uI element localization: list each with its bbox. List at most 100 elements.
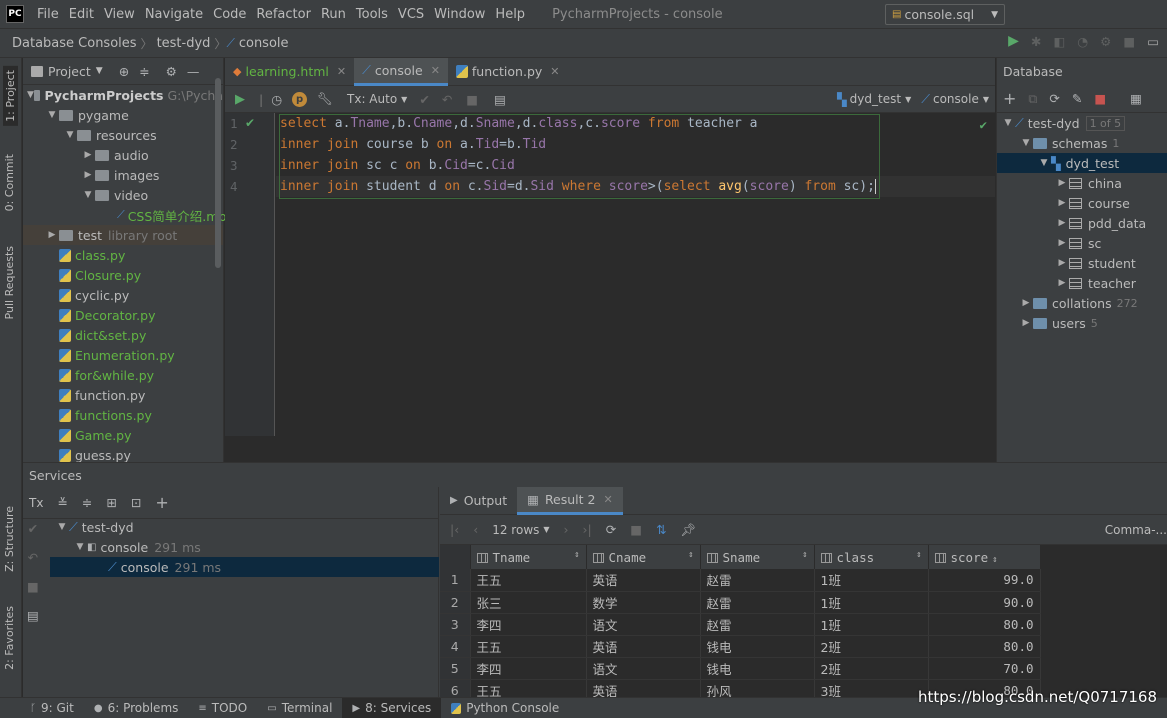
tab-console[interactable]: ⟋ console ✕ (354, 57, 448, 86)
add-icon[interactable]: + (1003, 89, 1016, 108)
table-cell[interactable]: 赵雷 (700, 591, 815, 614)
sort-icon[interactable]: ⇕ (688, 550, 693, 560)
rollback-icon[interactable]: ↶ (442, 92, 452, 107)
tree-item-folder[interactable]: ▶ test library root (23, 225, 223, 245)
column-header-class[interactable]: class ⇕ (814, 545, 929, 569)
tree-item-folder[interactable]: ▼ video (23, 185, 223, 205)
tool-tab-commit[interactable]: 0: Commit (3, 154, 16, 211)
pin-icon[interactable]: 📌︎ (681, 522, 697, 538)
chevron-right-icon[interactable]: ▶ (1055, 178, 1069, 188)
table-cell[interactable]: 钱电 (700, 635, 815, 658)
chevron-down-icon[interactable]: ▼ (45, 110, 59, 120)
db-table-item[interactable]: ▶ pdd_data (997, 213, 1167, 233)
prev-page-icon[interactable]: ‹ (473, 522, 478, 537)
export-format-select[interactable]: Comma-... (1105, 523, 1167, 537)
refresh-icon[interactable]: ⟳ (1049, 91, 1059, 106)
run-config-select[interactable]: ▤ console.sql ▼ (885, 4, 1005, 25)
tree-item-py[interactable]: for&while.py (23, 365, 223, 385)
stop-icon[interactable]: ■ (27, 579, 39, 594)
db-table-item[interactable]: ▶ student (997, 253, 1167, 273)
tree-item-py[interactable]: Closure.py (23, 265, 223, 285)
collapse-all-icon[interactable]: ≑ (82, 495, 92, 510)
tree-item-folder[interactable]: ▶ audio (23, 145, 223, 165)
service-console-session[interactable]: ▼ ◧ console 291 ms (51, 537, 439, 557)
table-cell[interactable]: 70.0 (928, 657, 1041, 680)
status-tab-todo[interactable]: ≡ TODO (188, 698, 257, 718)
chevron-right-icon[interactable]: ▶ (1055, 218, 1069, 228)
tree-root[interactable]: ▼ PycharmProjects G:\Pycha (23, 85, 223, 105)
result-grid[interactable]: Tname ⇕ Cname ⇕ Sname ⇕ class ⇕ score ⇕ 1 王五 英语… (440, 545, 1041, 702)
tree-item-py[interactable]: function.py (23, 385, 223, 405)
add-service-icon[interactable]: + (155, 493, 168, 512)
chevron-down-icon[interactable]: ▼ (983, 95, 989, 104)
table-cell[interactable]: 90.0 (928, 591, 1041, 614)
menu-file[interactable]: File (32, 7, 64, 22)
table-cell[interactable]: 1班 (814, 613, 929, 636)
table-cell[interactable]: 张三 (470, 591, 587, 614)
next-page-icon[interactable]: › (564, 522, 569, 537)
status-tab-python-console[interactable]: Python Console (441, 698, 569, 718)
tree-item-folder[interactable]: ▶ images (23, 165, 223, 185)
results-table-icon[interactable]: ▤ (494, 92, 506, 107)
table-row[interactable]: 3 李四 语文 赵雷 1班 80.0 (440, 613, 1041, 636)
last-page-icon[interactable]: ›| (583, 522, 592, 537)
table-row[interactable]: 5 李四 语文 钱电 2班 70.0 (440, 657, 1041, 680)
table-cell[interactable]: 赵雷 (700, 569, 815, 592)
chevron-right-icon[interactable]: ▶ (81, 150, 95, 160)
menu-window[interactable]: Window (429, 7, 490, 22)
breadcrumb-console[interactable]: console (235, 36, 293, 51)
table-cell[interactable]: 钱电 (700, 657, 815, 680)
sort-icon[interactable]: ⇕ (802, 550, 807, 560)
schema-select[interactable]: dyd_test (850, 92, 901, 106)
tool-tab-structure[interactable]: Z: Structure (3, 506, 16, 572)
db-table-item[interactable]: ▶ course (997, 193, 1167, 213)
gear-icon[interactable]: ⚙ (166, 64, 177, 79)
table-row[interactable]: 2 张三 数学 赵雷 1班 90.0 (440, 591, 1041, 614)
tree-item-py[interactable]: Decorator.py (23, 305, 223, 325)
chevron-right-icon[interactable]: ▶ (1055, 258, 1069, 268)
tree-item-py[interactable]: class.py (23, 245, 223, 265)
table-cell[interactable]: 80.0 (928, 613, 1041, 636)
stop-icon[interactable]: ■ (630, 522, 642, 537)
table-cell[interactable]: 语文 (586, 613, 701, 636)
stop-icon[interactable]: ■ (1094, 91, 1106, 106)
profile-icon[interactable]: ◔ (1077, 34, 1088, 49)
new-tab-icon[interactable]: ⊡ (131, 495, 141, 510)
refresh-icon[interactable]: ⟳ (606, 522, 616, 537)
tx-mode-select[interactable]: Tx: Auto (347, 92, 397, 106)
datasource-badge[interactable]: 1 of 5 (1085, 115, 1126, 131)
properties-icon[interactable]: ✎ (1072, 91, 1082, 106)
close-icon[interactable]: ✕ (550, 65, 559, 78)
close-icon[interactable]: ✕ (604, 493, 613, 506)
chevron-right-icon[interactable]: ▶ (1055, 198, 1069, 208)
table-row[interactable]: 1 王五 英语 赵雷 1班 99.0 (440, 569, 1041, 592)
wrench-icon[interactable]: 🔧︎ (317, 91, 333, 107)
table-cell[interactable]: 2班 (814, 657, 929, 680)
service-console-selected[interactable]: ⟋ console 291 ms (50, 557, 439, 577)
table-cell[interactable]: 李四 (470, 657, 587, 680)
schema-dyd-test[interactable]: ▼ ▚ dyd_test (997, 153, 1167, 173)
status-tab-problems[interactable]: ● 6: Problems (84, 698, 189, 718)
schemas-node[interactable]: ▼ schemas 1 (997, 133, 1167, 153)
table-cell[interactable]: 数学 (586, 591, 701, 614)
column-header-sname[interactable]: Sname ⇕ (700, 545, 815, 569)
locate-icon[interactable]: ⊕ (119, 64, 129, 79)
chevron-down-icon[interactable]: ▼ (81, 190, 95, 200)
collations-node[interactable]: ▶ collations 272 (997, 293, 1167, 313)
chevron-right-icon[interactable]: ▶ (1055, 278, 1069, 288)
db-table-item[interactable]: ▶ china (997, 173, 1167, 193)
chevron-right-icon[interactable]: ▶ (1055, 238, 1069, 248)
chevron-down-icon[interactable]: ▼ (1037, 158, 1051, 168)
datasource-test-dyd[interactable]: ▼ ⟋ test-dyd 1 of 5 (997, 113, 1167, 133)
tree-item-media[interactable]: ⟋ CSS简单介绍.mp (23, 205, 226, 225)
sort-icon[interactable]: ⇕ (916, 550, 921, 560)
table-cell[interactable]: 王五 (470, 569, 587, 592)
chevron-down-icon[interactable]: ▼ (63, 130, 77, 140)
copy-icon[interactable]: ⧉ (1028, 91, 1037, 107)
status-tab-terminal[interactable]: ▭ Terminal (257, 698, 342, 718)
column-header-tname[interactable]: Tname ⇕ (470, 545, 587, 569)
menu-run[interactable]: Run (316, 7, 351, 22)
chevron-right-icon[interactable]: ▶ (1019, 298, 1033, 308)
table-row[interactable]: 4 王五 英语 钱电 2班 80.0 (440, 635, 1041, 658)
project-header-label[interactable]: Project (48, 64, 91, 79)
